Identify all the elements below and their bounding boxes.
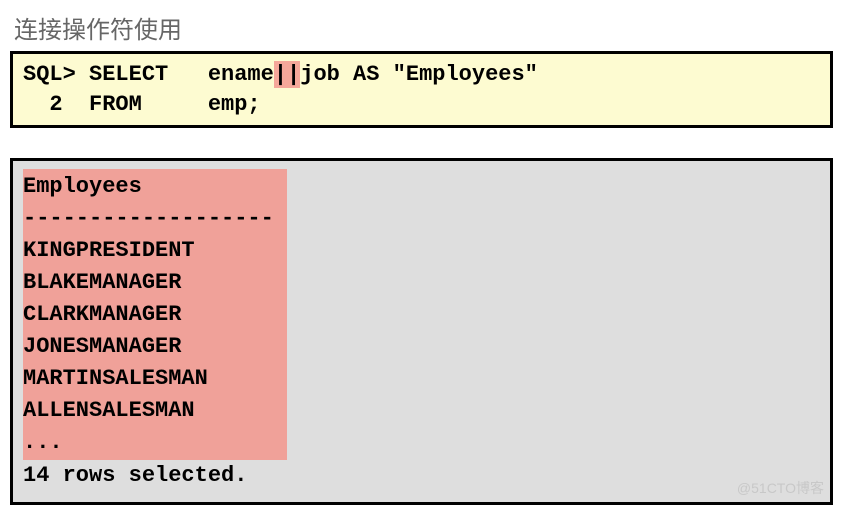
sql-code-block: SQL> SELECT ename||job AS "Employees" 2 … xyxy=(10,51,833,128)
slide-title: 连接操作符使用 xyxy=(14,10,833,45)
result-output-block: Employees ------------------- KINGPRESID… xyxy=(10,158,833,505)
concat-operator-highlight: || xyxy=(274,61,300,88)
result-highlighted-rows: Employees ------------------- KINGPRESID… xyxy=(23,169,287,460)
sql-line1-part-a: SQL> SELECT ename xyxy=(23,62,274,87)
sql-line2: 2 FROM emp; xyxy=(23,92,261,117)
sql-line1-part-b: job AS "Employees" xyxy=(300,62,538,87)
result-footer: 14 rows selected. xyxy=(23,460,820,492)
watermark: @51CTO博客 xyxy=(737,478,824,498)
